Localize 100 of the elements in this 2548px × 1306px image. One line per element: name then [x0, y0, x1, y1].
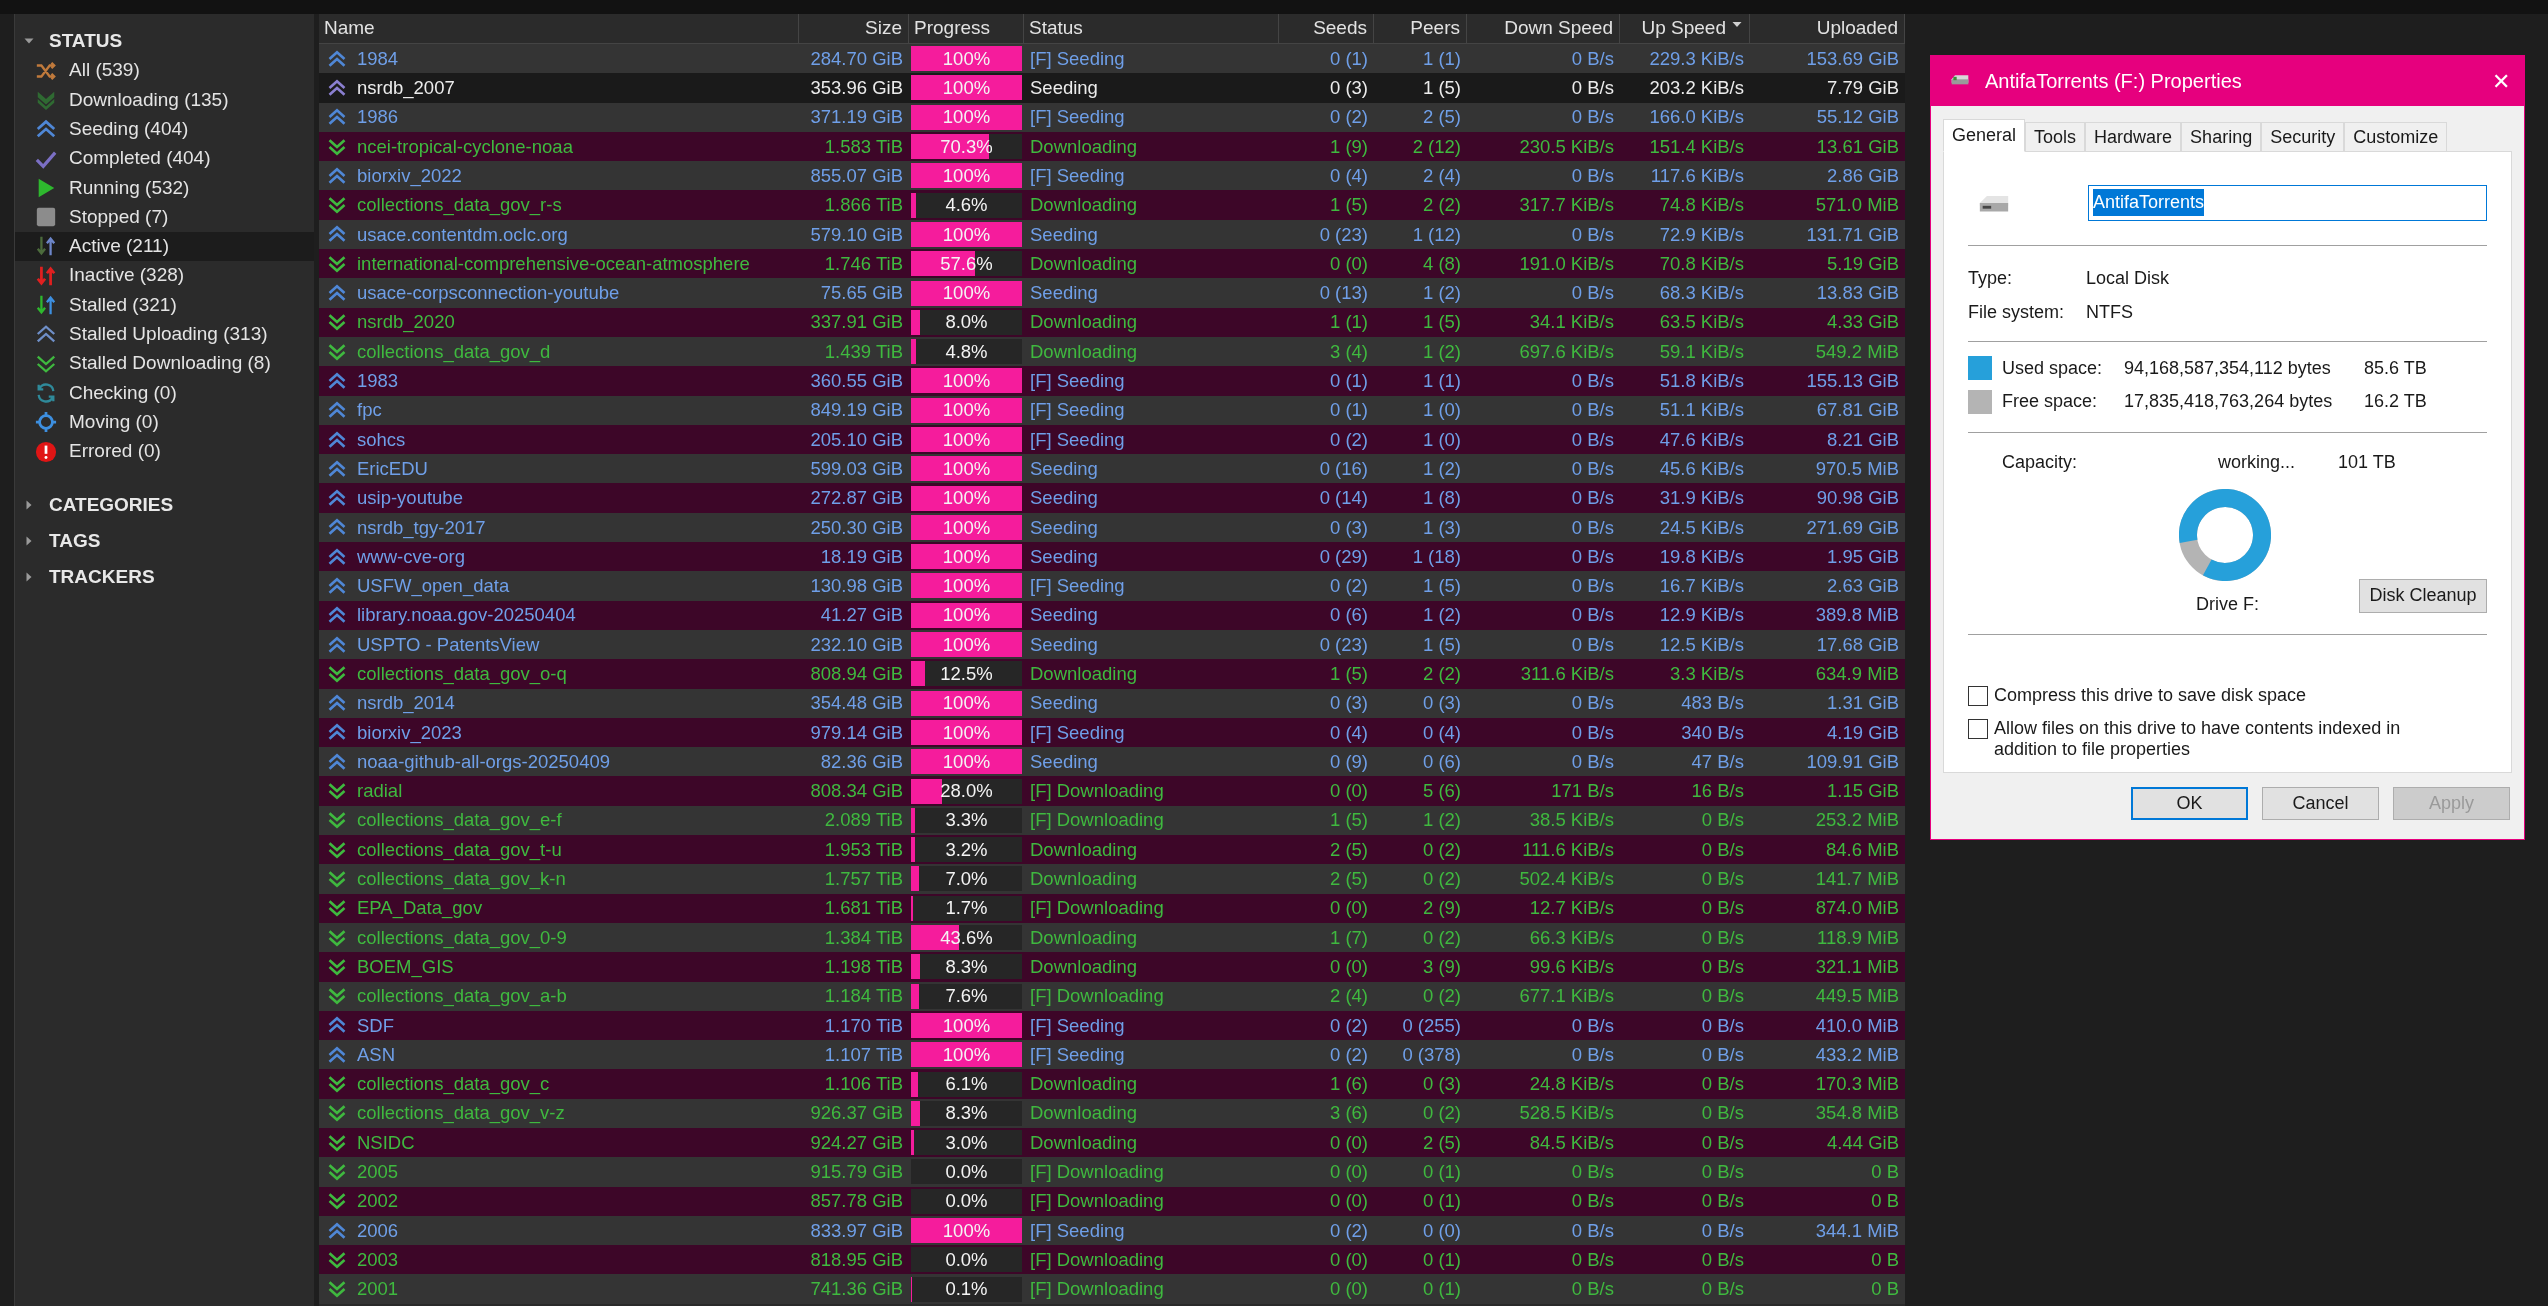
- torrent-row[interactable]: sohcs 205.10 GiB 100% [F] Seeding 0 (2) 1 (0) 0 B/s 47.6 KiB/s 8.21 GiB: [319, 424, 1905, 455]
- name-field[interactable]: AntifaTorrents: [2088, 184, 2487, 221]
- status-filter-item[interactable]: Downloading (135): [15, 85, 314, 115]
- uploaded-cell-text: 118.9 MiB: [1816, 925, 1900, 950]
- status-filter-item[interactable]: Checking (0): [15, 378, 314, 408]
- torrent-row[interactable]: 2002 857.78 GiB 0.0% [F] Downloading 0 (0) 0 (1) 0 B/s 0 B/s 0 B: [319, 1186, 1905, 1216]
- torrent-row[interactable]: nsrdb_tgy-2017 250.30 GiB 100% Seeding 0 (3) 1 (3) 0 B/s 24.5 KiB/s 271.69 GiB: [319, 512, 1905, 543]
- status-filter-item[interactable]: Stalled (321): [15, 290, 314, 320]
- status-filter-item[interactable]: All (539): [15, 56, 314, 86]
- uploaded-cell-text: 4.19 GiB: [1826, 720, 1900, 745]
- torrent-row[interactable]: collections_data_gov_a-b 1.184 TiB 7.6% [F] Downloading 2 (4) 0 (2) 677.1 KiB/s 0 B/s 449.5 MiB: [319, 981, 1905, 1011]
- down-speed-cell-text: 0 B/s: [1570, 603, 1615, 628]
- torrent-row[interactable]: BOEM_GIS 1.198 TiB 8.3% Downloading 0 (0) 3 (9) 99.6 KiB/s 0 B/s 321.1 MiB: [319, 952, 1905, 982]
- tab[interactable]: General: [1943, 119, 2026, 152]
- tab[interactable]: Tools: [2025, 122, 2086, 151]
- column-header[interactable]: Size: [799, 14, 909, 43]
- torrent-row[interactable]: biorxiv_2022 855.07 GiB 100% [F] Seeding 0 (4) 2 (4) 0 B/s 117.6 KiB/s 2.86 GiB: [319, 161, 1905, 191]
- status-filter-item[interactable]: Stalled Uploading (313): [15, 319, 314, 349]
- torrent-row[interactable]: library.noaa.gov-20250404 41.27 GiB 100% Seeding 0 (6) 1 (2) 0 B/s 12.9 KiB/s 389.8 MiB: [319, 600, 1905, 630]
- torrent-row[interactable]: USFW_open_data 130.98 GiB 100% [F] Seeding 0 (2) 1 (5) 0 B/s 16.7 KiB/s 2.63 GiB: [319, 571, 1905, 601]
- uploaded-cell-text: 321.1 MiB: [1814, 954, 1900, 979]
- column-header[interactable]: Status: [1024, 14, 1279, 43]
- torrent-row[interactable]: usip-youtube 272.87 GiB 100% Seeding 0 (14) 1 (8) 0 B/s 31.9 KiB/s 90.98 GiB: [319, 483, 1905, 513]
- progress-text: 3.2%: [945, 837, 988, 862]
- status-filter-item[interactable]: Stalled Downloading (8): [15, 348, 314, 379]
- disk-cleanup-button[interactable]: Disk Cleanup: [2359, 578, 2487, 613]
- seeds-cell-text: 1 (5): [1328, 662, 1369, 686]
- tab[interactable]: Customize: [2344, 122, 2448, 151]
- uploaded-cell-text: 344.1 MiB: [1814, 1218, 1900, 1243]
- column-header[interactable]: Peers: [1374, 14, 1467, 43]
- progress-text: 100%: [942, 281, 991, 306]
- torrent-row[interactable]: 1986 371.19 GiB 100% [F] Seeding 0 (2) 2 (5) 0 B/s 166.0 KiB/s 55.12 GiB: [319, 102, 1905, 132]
- peers-cell-text: 1 (0): [1421, 427, 1462, 452]
- down-speed-cell-text: 0 B/s: [1570, 720, 1615, 745]
- column-header[interactable]: Uploaded: [1750, 14, 1905, 43]
- torrent-row[interactable]: nsrdb_2007 353.96 GiB 100% Seeding 0 (3) 1 (5) 0 B/s 203.2 KiB/s 7.79 GiB: [319, 73, 1905, 103]
- torrent-row[interactable]: EPA_Data_gov 1.681 TiB 1.7% [F] Downloading 0 (0) 2 (9) 12.7 KiB/s 0 B/s 874.0 MiB: [319, 893, 1905, 923]
- down-speed-cell-text: 0 B/s: [1570, 427, 1615, 452]
- torrent-row[interactable]: biorxiv_2023 979.14 GiB 100% [F] Seeding 0 (4) 0 (4) 0 B/s 340 B/s 4.19 GiB: [319, 717, 1905, 748]
- torrent-row[interactable]: NSIDC 924.27 GiB 3.0% Downloading 0 (0) 2 (5) 84.5 KiB/s 0 B/s 4.44 GiB: [319, 1128, 1905, 1158]
- section-heading[interactable]: TAGS: [49, 526, 101, 556]
- torrent-row[interactable]: 1983 360.55 GiB 100% [F] Seeding 0 (1) 1 (1) 0 B/s 51.8 KiB/s 155.13 GiB: [319, 366, 1905, 396]
- status-filter-item[interactable]: Errored (0): [15, 436, 314, 467]
- peers-cell-text: 1 (5): [1421, 76, 1462, 101]
- progress-text: 100%: [942, 632, 991, 657]
- checkbox[interactable]: [1968, 719, 1988, 739]
- status-filter-item[interactable]: Moving (0): [15, 407, 314, 437]
- status-filter-item[interactable]: Seeding (404): [15, 114, 314, 144]
- up-speed-cell-text: 0 B/s: [1700, 1218, 1745, 1243]
- dialog-button[interactable]: Cancel: [2262, 787, 2379, 820]
- seeds-cell-text: 0 (0): [1328, 779, 1369, 804]
- torrent-row[interactable]: ASN 1.107 TiB 100% [F] Seeding 0 (2) 0 (378) 0 B/s 0 B/s 433.2 MiB: [319, 1040, 1905, 1070]
- torrent-row[interactable]: collections_data_gov_d 1.439 TiB 4.8% Downloading 3 (4) 1 (2) 697.6 KiB/s 59.1 KiB/s 549.2 MiB: [319, 336, 1905, 367]
- torrent-row[interactable]: collections_data_gov_c 1.106 TiB 6.1% Downloading 1 (6) 0 (3) 24.8 KiB/s 0 B/s 170.3 MiB: [319, 1069, 1905, 1099]
- torrent-row[interactable]: usace.contentdm.oclc.org 579.10 GiB 100% Seeding 0 (23) 1 (12) 0 B/s 72.9 KiB/s 131.71 GiB: [319, 219, 1905, 250]
- tab[interactable]: Sharing: [2181, 122, 2262, 151]
- torrent-row[interactable]: nsrdb_2020 337.91 GiB 8.0% Downloading 1 (1) 1 (5) 34.1 KiB/s 63.5 KiB/s 4.33 GiB: [319, 307, 1905, 337]
- size-cell-text: 354.48 GiB: [809, 691, 904, 716]
- column-header[interactable]: Seeds: [1279, 14, 1374, 43]
- torrent-row[interactable]: 2003 818.95 GiB 0.0% [F] Downloading 0 (0) 0 (1) 0 B/s 0 B/s 0 B: [319, 1245, 1905, 1275]
- status-filter-item[interactable]: Stopped (7): [15, 202, 314, 232]
- tab[interactable]: Security: [2261, 122, 2345, 151]
- close-button[interactable]: ✕: [2478, 56, 2524, 106]
- seeds-cell-text: 0 (1): [1328, 369, 1369, 394]
- dialog-button[interactable]: OK: [2131, 787, 2248, 820]
- torrent-row[interactable]: USPTO - PatentsView 232.10 GiB 100% Seeding 0 (23) 1 (5) 0 B/s 12.5 KiB/s 17.68 GiB: [319, 629, 1905, 660]
- column-header[interactable]: Up Speed: [1620, 14, 1750, 43]
- torrent-row[interactable]: 1984 284.70 GiB 100% [F] Seeding 0 (1) 1 (1) 0 B/s 229.3 KiB/s 153.69 GiB: [319, 44, 1905, 74]
- torrent-row[interactable]: www-cve-org 18.19 GiB 100% Seeding 0 (29) 1 (18) 0 B/s 19.8 KiB/s 1.95 GiB: [319, 542, 1905, 572]
- torrent-row[interactable]: nsrdb_2014 354.48 GiB 100% Seeding 0 (3) 0 (3) 0 B/s 483 B/s 1.31 GiB: [319, 688, 1905, 718]
- torrent-row[interactable]: SDF 1.170 TiB 100% [F] Seeding 0 (2) 0 (255) 0 B/s 0 B/s 410.0 MiB: [319, 1010, 1905, 1041]
- column-header[interactable]: Down Speed: [1467, 14, 1620, 43]
- torrent-row[interactable]: collections_data_gov_v-z 926.37 GiB 8.3% Downloading 3 (6) 0 (2) 528.5 KiB/s 0 B/s 354.8 MiB: [319, 1098, 1905, 1128]
- torrent-row[interactable]: 2001 741.36 GiB 0.1% [F] Downloading 0 (0) 0 (1) 0 B/s 0 B/s 0 B: [319, 1274, 1905, 1304]
- section-heading[interactable]: TRACKERS: [49, 562, 155, 592]
- torrent-row[interactable]: EricEDU 599.03 GiB 100% Seeding 0 (16) 1 (2) 0 B/s 45.6 KiB/s 970.5 MiB: [319, 454, 1905, 484]
- up-speed-cell-text: 63.5 KiB/s: [1658, 310, 1745, 335]
- torrent-row[interactable]: noaa-github-all-orgs-20250409 82.36 GiB 100% Seeding 0 (9) 0 (6) 0 B/s 47 B/s 109.91 GiB: [319, 747, 1905, 777]
- status-cell-text: [F] Downloading: [1029, 1160, 1165, 1185]
- capacity-status: working...: [2218, 450, 2297, 474]
- status-filter-item[interactable]: Running (532): [15, 173, 314, 203]
- torrent-row[interactable]: collections_data_gov_t-u 1.953 TiB 3.2% Downloading 2 (5) 0 (2) 111.6 KiB/s 0 B/s 84.6 MiB: [319, 835, 1905, 865]
- torrent-row[interactable]: fpc 849.19 GiB 100% [F] Seeding 0 (1) 1 (0) 0 B/s 51.1 KiB/s 67.81 GiB: [319, 395, 1905, 425]
- torrent-row[interactable]: collections_data_gov_k-n 1.757 TiB 7.0% Downloading 2 (5) 0 (2) 502.4 KiB/s 0 B/s 141.7 MiB: [319, 864, 1905, 894]
- down-speed-cell-text: 0 B/s: [1570, 398, 1615, 423]
- status-filter-item[interactable]: Active (211): [15, 231, 314, 262]
- torrent-row[interactable]: 2005 915.79 GiB 0.0% [F] Downloading 0 (0) 0 (1) 0 B/s 0 B/s 0 B: [319, 1157, 1905, 1187]
- torrent-row[interactable]: collections_data_gov_r-s 1.866 TiB 4.6% Downloading 1 (5) 2 (2) 317.7 KiB/s 74.8 KiB/s 571.0 MiB: [319, 190, 1905, 220]
- tab[interactable]: Hardware: [2085, 122, 2182, 151]
- checkbox[interactable]: [1968, 686, 1988, 706]
- section-heading[interactable]: STATUS: [49, 26, 123, 56]
- status-filter-item[interactable]: Completed (404): [15, 143, 314, 174]
- status-filter-item[interactable]: Inactive (328): [15, 261, 314, 291]
- section-heading[interactable]: CATEGORIES: [49, 490, 174, 520]
- torrent-row[interactable]: usace-corpsconnection-youtube 75.65 GiB 100% Seeding 0 (13) 1 (2) 0 B/s 68.3 KiB/s 13.83 GiB: [319, 278, 1905, 308]
- column-header[interactable]: Progress: [909, 14, 1024, 43]
- column-header[interactable]: Name: [319, 14, 799, 43]
- torrent-row[interactable]: collections_data_gov_o-q 808.94 GiB 12.5% Downloading 1 (5) 2 (2) 311.6 KiB/s 3.3 KiB/s 634.9 MiB: [319, 659, 1905, 689]
- torrent-row[interactable]: collections_data_gov_e-f 2.089 TiB 3.3% [F] Downloading 1 (5) 1 (2) 38.5 KiB/s 0 B/s 253.2 MiB: [319, 805, 1905, 835]
- torrent-row[interactable]: 2006 833.97 GiB 100% [F] Seeding 0 (2) 0 (0) 0 B/s 0 B/s 344.1 MiB: [319, 1215, 1905, 1246]
